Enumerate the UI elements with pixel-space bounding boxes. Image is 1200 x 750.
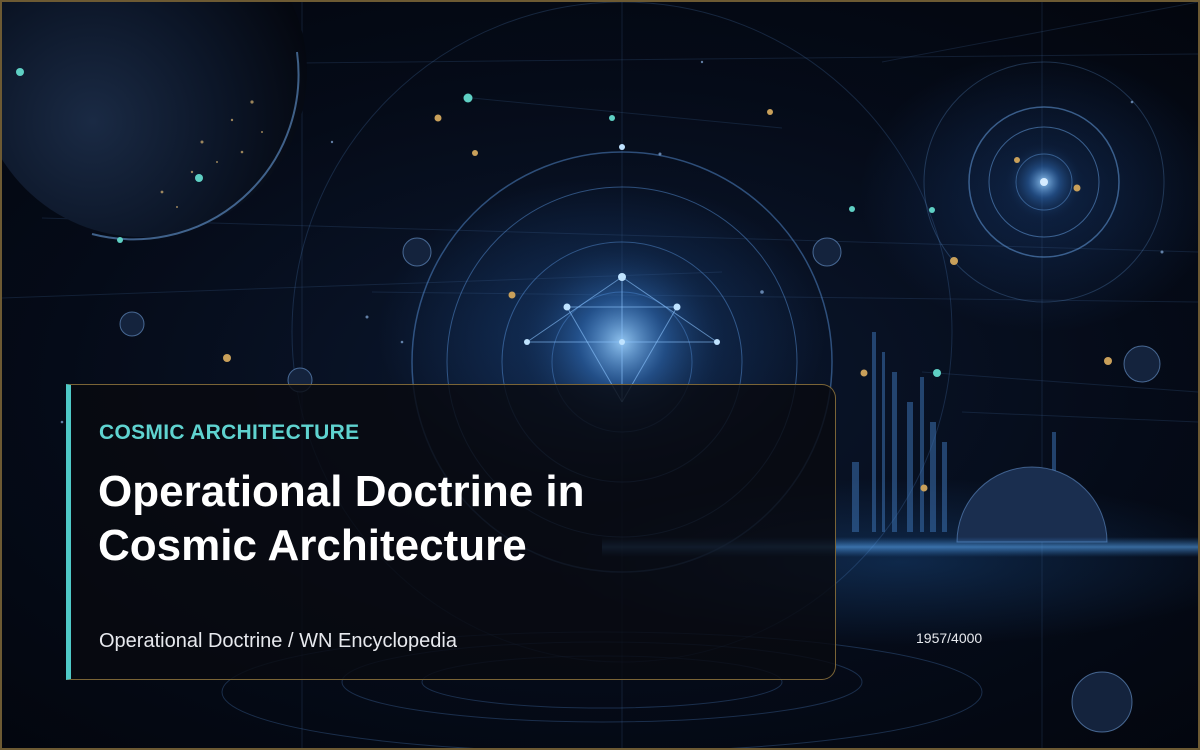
slide-title: Operational Doctrine in Cosmic Architect…: [98, 465, 798, 573]
page-counter: 1957/4000: [916, 630, 983, 646]
title-line-1: Operational Doctrine in: [98, 467, 585, 516]
title-card: COSMIC ARCHITECTURE Operational Doctrine…: [66, 384, 836, 680]
title-line-2: Cosmic Architecture: [98, 521, 527, 570]
slide-subtitle: Operational Doctrine / WN Encyclopedia: [99, 630, 457, 652]
title-slide: COSMIC ARCHITECTURE Operational Doctrine…: [0, 0, 1200, 750]
category-label: COSMIC ARCHITECTURE: [99, 421, 360, 444]
